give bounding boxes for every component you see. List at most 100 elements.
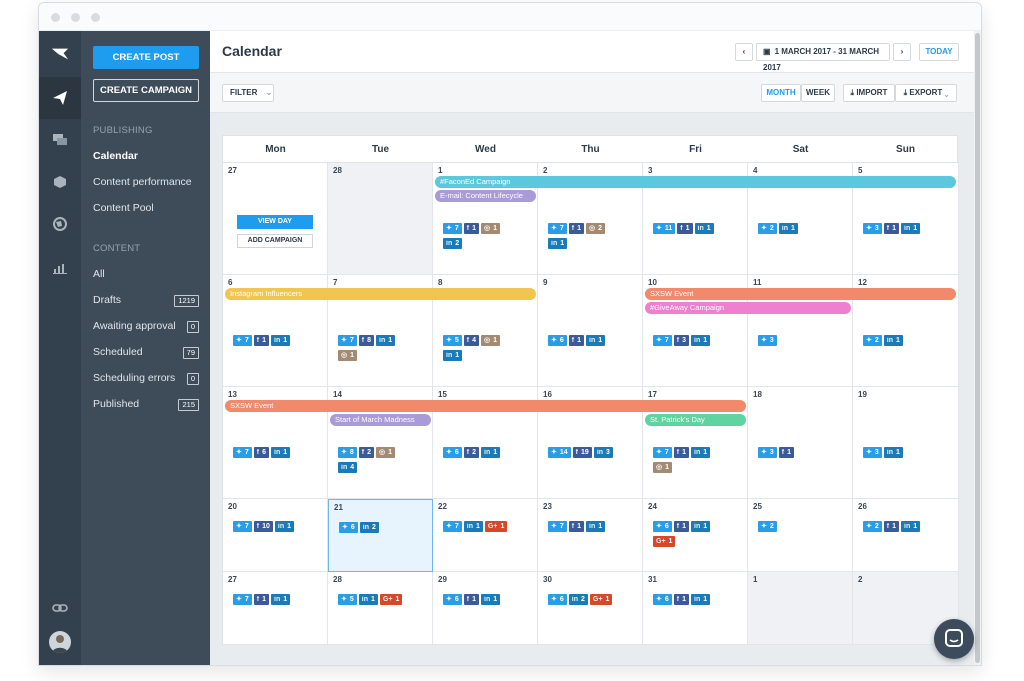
facebook-post-count[interactable]: f3 (673, 335, 690, 346)
twitter-post-count[interactable]: ✦ 7 (443, 521, 462, 532)
linkedin-post-count[interactable]: in 1 (358, 594, 378, 605)
instagram-post-count[interactable]: ◎ 1 (376, 447, 396, 458)
facebook-post-count[interactable]: f1 (568, 335, 585, 346)
twitter-post-count[interactable]: ✦ 8 (338, 447, 357, 458)
linkedin-post-count[interactable]: in 1 (691, 521, 711, 532)
linkedin-post-count[interactable]: in 1 (481, 594, 501, 605)
twitter-post-count[interactable]: ✦ 7 (233, 447, 252, 458)
campaign-event-bar[interactable]: SXSW Event (225, 400, 746, 412)
google-plus-post-count[interactable]: G+ 1 (653, 536, 676, 547)
linkedin-post-count[interactable]: in 1 (481, 447, 501, 458)
twitter-post-count[interactable]: ✦ 3 (758, 335, 777, 346)
publishing-paper-plane-icon[interactable] (51, 89, 69, 107)
scrollbar[interactable] (974, 31, 981, 665)
facebook-post-count[interactable]: f1 (677, 223, 693, 234)
campaign-event-bar[interactable]: E-mail: Content Lifecycle (435, 190, 536, 202)
instagram-post-count[interactable]: ◎ 1 (653, 462, 673, 473)
date-range-picker[interactable]: ▣ 1 MARCH 2017 - 31 MARCH 2017 (756, 43, 890, 72)
analytics-icon[interactable] (51, 259, 69, 277)
sidebar-item-awaiting-approval[interactable]: Awaiting approval 0 (93, 320, 199, 333)
facebook-post-count[interactable]: f1 (673, 521, 690, 532)
facebook-post-count[interactable]: f 19 (572, 447, 592, 458)
calendar-day-cell[interactable]: 26 ✦ 2 f 1 in 1 (853, 499, 959, 572)
content-box-icon[interactable] (51, 173, 69, 191)
calendar-day-cell[interactable]: 18 ✦ 3 f 1 (748, 387, 853, 499)
prev-month-button[interactable]: ‹ (735, 43, 753, 61)
linkedin-post-count[interactable]: in 1 (271, 447, 291, 458)
week-view-button[interactable]: WEEK (801, 84, 835, 102)
google-plus-post-count[interactable]: G+ 1 (589, 594, 613, 605)
scrollbar-thumb[interactable] (975, 33, 980, 663)
twitter-post-count[interactable]: ✦ 2 (863, 335, 882, 346)
linkedin-post-count[interactable]: in 1 (586, 335, 606, 346)
twitter-post-count[interactable]: ✦ 3 (758, 447, 777, 458)
facebook-post-count[interactable]: f1 (463, 594, 480, 605)
twitter-post-count[interactable]: ✦ 6 (653, 521, 672, 532)
instagram-post-count[interactable]: ◎ 2 (586, 223, 606, 234)
linkedin-post-count[interactable]: in 1 (271, 594, 291, 605)
campaign-event-bar[interactable]: #GiveAway Campaign (645, 302, 851, 314)
linkedin-post-count[interactable]: in 4 (338, 462, 358, 473)
calendar-day-cell[interactable]: 31 ✦ 6 f 1 in 1 (643, 572, 748, 645)
campaign-event-bar[interactable]: Instagram Influencers (225, 288, 536, 300)
facebook-post-count[interactable]: f 10 (253, 521, 273, 532)
linkedin-post-count[interactable]: in 1 (901, 521, 921, 532)
twitter-post-count[interactable]: ✦ 7 (443, 223, 462, 234)
linkedin-post-count[interactable]: in 1 (691, 335, 711, 346)
link-icon[interactable] (51, 599, 69, 617)
view-day-button[interactable]: VIEW DAY (237, 215, 313, 229)
twitter-post-count[interactable]: ✦ 7 (233, 521, 252, 532)
twitter-post-count[interactable]: ✦ 6 (443, 447, 462, 458)
sidebar-item-content-performance[interactable]: Content performance (93, 176, 192, 188)
google-plus-post-count[interactable]: G+ 1 (379, 594, 403, 605)
facebook-post-count[interactable]: f1 (673, 447, 690, 458)
linkedin-post-count[interactable]: in 1 (274, 521, 295, 532)
import-button[interactable]: ⤓ IMPORT (843, 84, 895, 102)
calendar-day-cell[interactable]: 9 ✦ 6 f 1 in 1 (538, 275, 643, 387)
linkedin-post-count[interactable]: in 1 (691, 594, 711, 605)
chat-launcher-button[interactable] (934, 619, 974, 659)
calendar-day-cell[interactable]: 20 ✦ 7 f 10 in 1 (223, 499, 328, 572)
facebook-post-count[interactable]: f1 (568, 223, 585, 234)
user-avatar[interactable] (49, 631, 71, 653)
calendar-day-cell[interactable]: 25 ✦ 2 (748, 499, 853, 572)
twitter-post-count[interactable]: ✦ 7 (653, 447, 672, 458)
calendar-day-cell[interactable]: 23 ✦ 7 f 1 in 1 (538, 499, 643, 572)
sidebar-item-all[interactable]: All (93, 268, 105, 280)
twitter-post-count[interactable]: ✦ 2 (863, 521, 882, 532)
linkedin-post-count[interactable]: in 2 (359, 522, 379, 533)
linkedin-post-count[interactable]: in 1 (694, 223, 714, 234)
facebook-post-count[interactable]: f8 (358, 335, 375, 346)
calendar-day-cell[interactable]: 27 VIEW DAY ADD CAMPAIGN (223, 163, 328, 275)
calendar-day-cell[interactable]: 29 ✦ 6 f 1 in 1 (433, 572, 538, 645)
twitter-post-count[interactable]: ✦ 7 (233, 594, 252, 605)
calendar-day-cell[interactable]: 27 ✦ 7 f 1 in 1 (223, 572, 328, 645)
google-plus-post-count[interactable]: G+ 1 (484, 521, 508, 532)
twitter-post-count[interactable]: ✦ 11 (653, 223, 676, 234)
twitter-post-count[interactable]: ✦ 7 (548, 223, 567, 234)
linkedin-post-count[interactable]: in 1 (883, 335, 903, 346)
next-month-button[interactable]: › (893, 43, 911, 61)
facebook-post-count[interactable]: f1 (883, 223, 900, 234)
campaign-event-bar[interactable]: SXSW Event (645, 288, 956, 300)
linkedin-post-count[interactable]: in 1 (271, 335, 291, 346)
facebook-post-count[interactable]: f1 (253, 335, 270, 346)
facebook-post-count[interactable]: f1 (673, 594, 690, 605)
twitter-post-count[interactable]: ✦ 5 (443, 335, 462, 346)
linkedin-post-count[interactable]: in 3 (593, 447, 613, 458)
twitter-post-count[interactable]: ✦ 3 (863, 223, 882, 234)
twitter-post-count[interactable]: ✦ 7 (233, 335, 252, 346)
twitter-post-count[interactable]: ✦ 6 (548, 335, 567, 346)
export-dropdown[interactable]: ⤓ EXPORT ⌄ (895, 84, 957, 102)
instagram-post-count[interactable]: ◎ 1 (338, 350, 358, 361)
twitter-post-count[interactable]: ✦ 6 (548, 594, 567, 605)
campaign-event-bar[interactable]: #FaconEd Campaign (435, 176, 956, 188)
linkedin-post-count[interactable]: in 2 (568, 594, 588, 605)
calendar-day-cell[interactable]: 28 (328, 163, 433, 275)
facebook-post-count[interactable]: f2 (358, 447, 375, 458)
linkedin-post-count[interactable]: in 1 (548, 238, 568, 249)
twitter-post-count[interactable]: ✦ 5 (338, 594, 357, 605)
linkedin-post-count[interactable]: in 1 (586, 521, 606, 532)
twitter-post-count[interactable]: ✦ 3 (863, 447, 882, 458)
twitter-post-count[interactable]: ✦ 14 (548, 447, 571, 458)
